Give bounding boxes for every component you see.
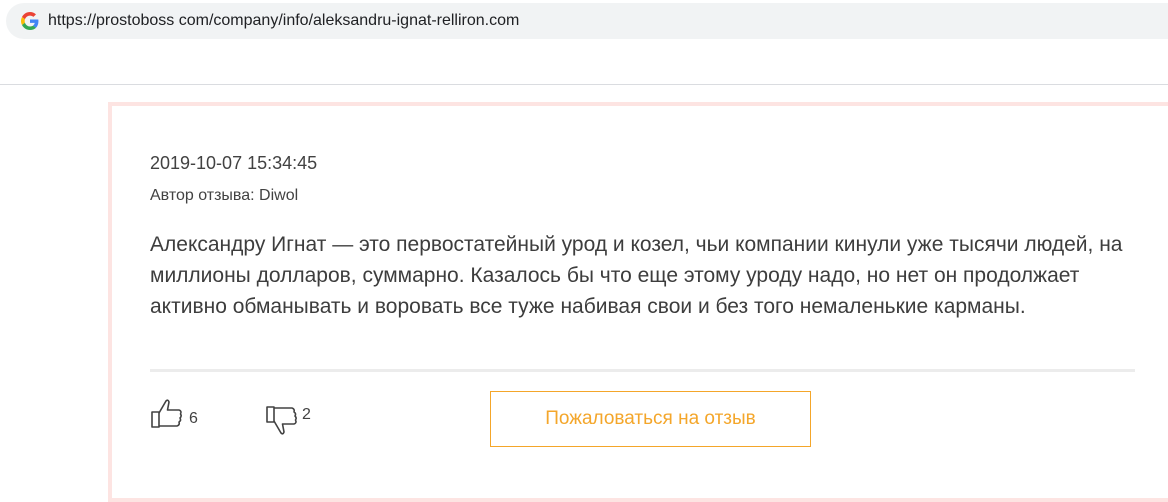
- header-divider: [0, 84, 1168, 85]
- like-count: 6: [189, 410, 198, 427]
- dislike-count: 2: [302, 406, 311, 423]
- complain-button[interactable]: Пожаловаться на отзыв: [490, 391, 811, 447]
- address-bar[interactable]: https://prostoboss com/company/info/alek…: [6, 3, 1168, 39]
- review-text: Александру Игнат — это первостатейный ур…: [150, 233, 1123, 318]
- review-author: Автор отзыва: Diwol: [150, 187, 299, 204]
- url-text[interactable]: https://prostoboss com/company/info/alek…: [48, 12, 519, 30]
- thumbs-down-icon: [266, 406, 297, 435]
- thumbs-up-icon: [151, 399, 182, 428]
- dislike-button[interactable]: 2: [265, 404, 311, 438]
- review-date: 2019-10-07 15:34:45: [150, 153, 318, 173]
- like-button[interactable]: 6: [150, 396, 198, 430]
- review-separator: [150, 369, 1135, 372]
- google-g-icon: [21, 12, 39, 30]
